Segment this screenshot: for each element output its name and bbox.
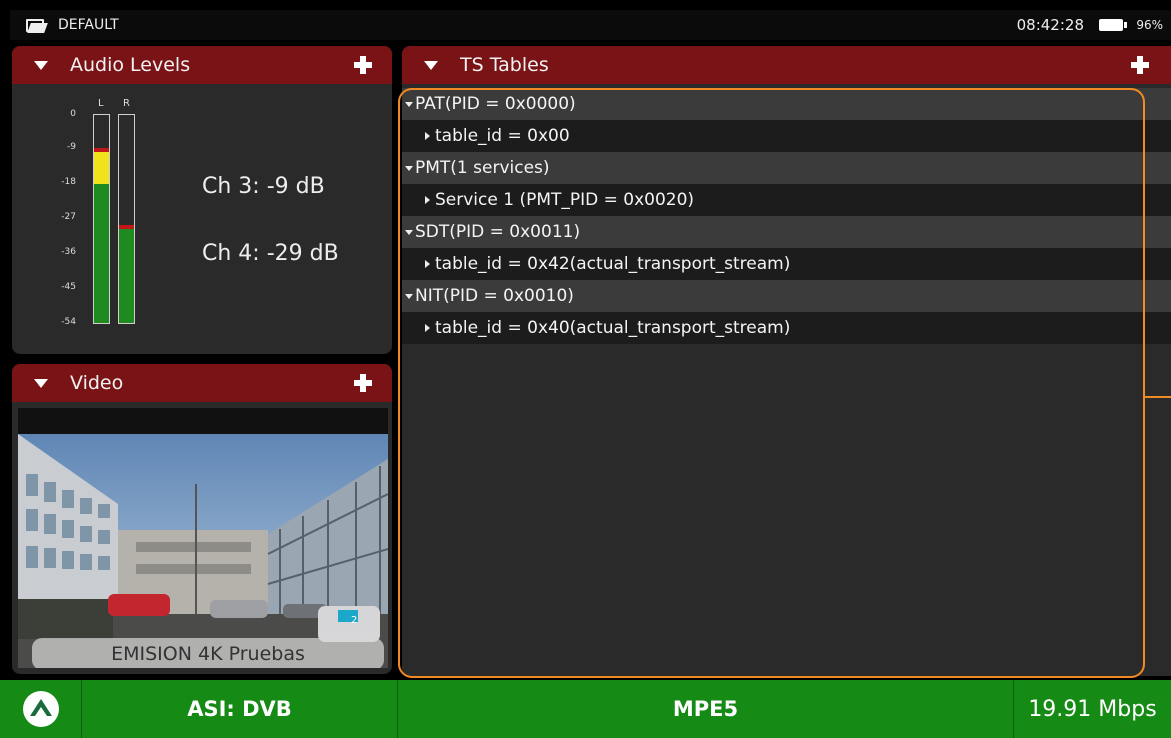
channel-label-right: R (123, 98, 130, 109)
tree-node-nit-table[interactable]: table_id = 0x40(actual_transport_stream) (402, 312, 1171, 344)
level-bar-left (93, 114, 110, 324)
folder-icon[interactable] (26, 18, 48, 33)
video-thumbnail (18, 434, 388, 668)
level-bar-right (118, 114, 135, 324)
level-fill-green (94, 184, 109, 323)
preset-name[interactable]: DEFAULT (58, 17, 119, 33)
expand-caret-icon[interactable] (405, 101, 413, 107)
mode-selector[interactable]: MPE5 (398, 680, 1014, 738)
peak-marker (119, 224, 134, 229)
audio-levels-panel: Audio Levels 0 -9 -18 -27 -36 -45 -54 L … (12, 46, 392, 354)
tree-node-label: table_id = 0x40(actual_transport_stream) (435, 318, 791, 338)
tree-node-label: table_id = 0x00 (435, 126, 570, 146)
level-fill-green (119, 226, 134, 323)
peak-marker (94, 147, 109, 152)
scale-label: -45 (61, 282, 76, 292)
channel-label-left: L (98, 98, 104, 109)
selection-connector (1145, 396, 1171, 398)
tree-node-sdt-table[interactable]: table_id = 0x42(actual_transport_stream) (402, 248, 1171, 280)
bottom-status-bar: ASI: DVB MPE5 19.91 Mbps (0, 680, 1171, 738)
scale-label: -27 (61, 212, 76, 222)
battery-icon (1099, 19, 1127, 31)
tree-node-label: NIT(PID = 0x0010) (415, 286, 574, 306)
level-fill-yellow (94, 149, 109, 185)
add-widget-icon[interactable] (354, 56, 372, 74)
expand-caret-icon[interactable] (425, 196, 430, 204)
audio-meter: 0 -9 -18 -27 -36 -45 -54 L R Ch 3: -9 dB… (12, 84, 392, 354)
scale-label: -18 (61, 177, 76, 187)
collapse-caret-icon[interactable] (34, 60, 48, 70)
video-header[interactable]: Video (12, 364, 392, 402)
status-bar: DEFAULT 08:42:28 96% (10, 10, 1171, 40)
tree-node-label: PMT(1 services) (415, 158, 550, 178)
tree-node-pat-table[interactable]: table_id = 0x00 (402, 120, 1171, 152)
video-preview[interactable]: 2 EMISION 4K Pruebas (18, 408, 388, 668)
battery-percentage: 96% (1136, 18, 1163, 32)
audio-levels-header[interactable]: Audio Levels (12, 46, 392, 84)
tree-node-pmt-service[interactable]: Service 1 (PMT_PID = 0x0020) (402, 184, 1171, 216)
expand-caret-icon[interactable] (425, 324, 430, 332)
scale-label: -54 (61, 317, 76, 327)
expand-caret-icon[interactable] (405, 229, 413, 235)
tree-node-label: SDT(PID = 0x0011) (415, 222, 581, 242)
clock: 08:42:28 (1016, 16, 1084, 34)
panel-title: Audio Levels (70, 54, 191, 76)
bitrate-display[interactable]: 19.91 Mbps (1014, 680, 1171, 738)
home-button[interactable] (0, 680, 82, 738)
collapse-caret-icon[interactable] (34, 378, 48, 388)
scale-label: -9 (67, 142, 76, 152)
brand-logo-icon (22, 691, 59, 727)
panel-title: Video (70, 372, 124, 394)
expand-caret-icon[interactable] (425, 132, 430, 140)
service-name-overlay: EMISION 4K Pruebas (32, 638, 384, 668)
badge-number: 2 (351, 615, 358, 626)
input-selector[interactable]: ASI: DVB (82, 680, 398, 738)
tree-node-nit[interactable]: NIT(PID = 0x0010) (402, 280, 1171, 312)
expand-caret-icon[interactable] (405, 165, 413, 171)
scale-label: -36 (61, 247, 76, 257)
video-panel: Video 2 EMISION 4K Pruebas (12, 364, 392, 674)
ts-tables-header[interactable]: TS Tables (402, 46, 1171, 84)
channel-3-level: Ch 3: -9 dB (202, 174, 325, 199)
tree-node-label: PAT(PID = 0x0000) (415, 94, 576, 114)
tree-node-sdt[interactable]: SDT(PID = 0x0011) (402, 216, 1171, 248)
panel-title: TS Tables (460, 54, 549, 76)
tree-node-label: Service 1 (PMT_PID = 0x0020) (435, 190, 695, 210)
expand-caret-icon[interactable] (425, 260, 430, 268)
channel-4-level: Ch 4: -29 dB (202, 241, 339, 266)
add-widget-icon[interactable] (1131, 56, 1149, 74)
tree-node-label: table_id = 0x42(actual_transport_stream) (435, 254, 791, 274)
tree-node-pat[interactable]: PAT(PID = 0x0000) (402, 88, 1171, 120)
tree-node-pmt[interactable]: PMT(1 services) (402, 152, 1171, 184)
add-widget-icon[interactable] (354, 374, 372, 392)
collapse-caret-icon[interactable] (424, 60, 438, 70)
expand-caret-icon[interactable] (405, 293, 413, 299)
scale-label: 0 (70, 109, 76, 119)
